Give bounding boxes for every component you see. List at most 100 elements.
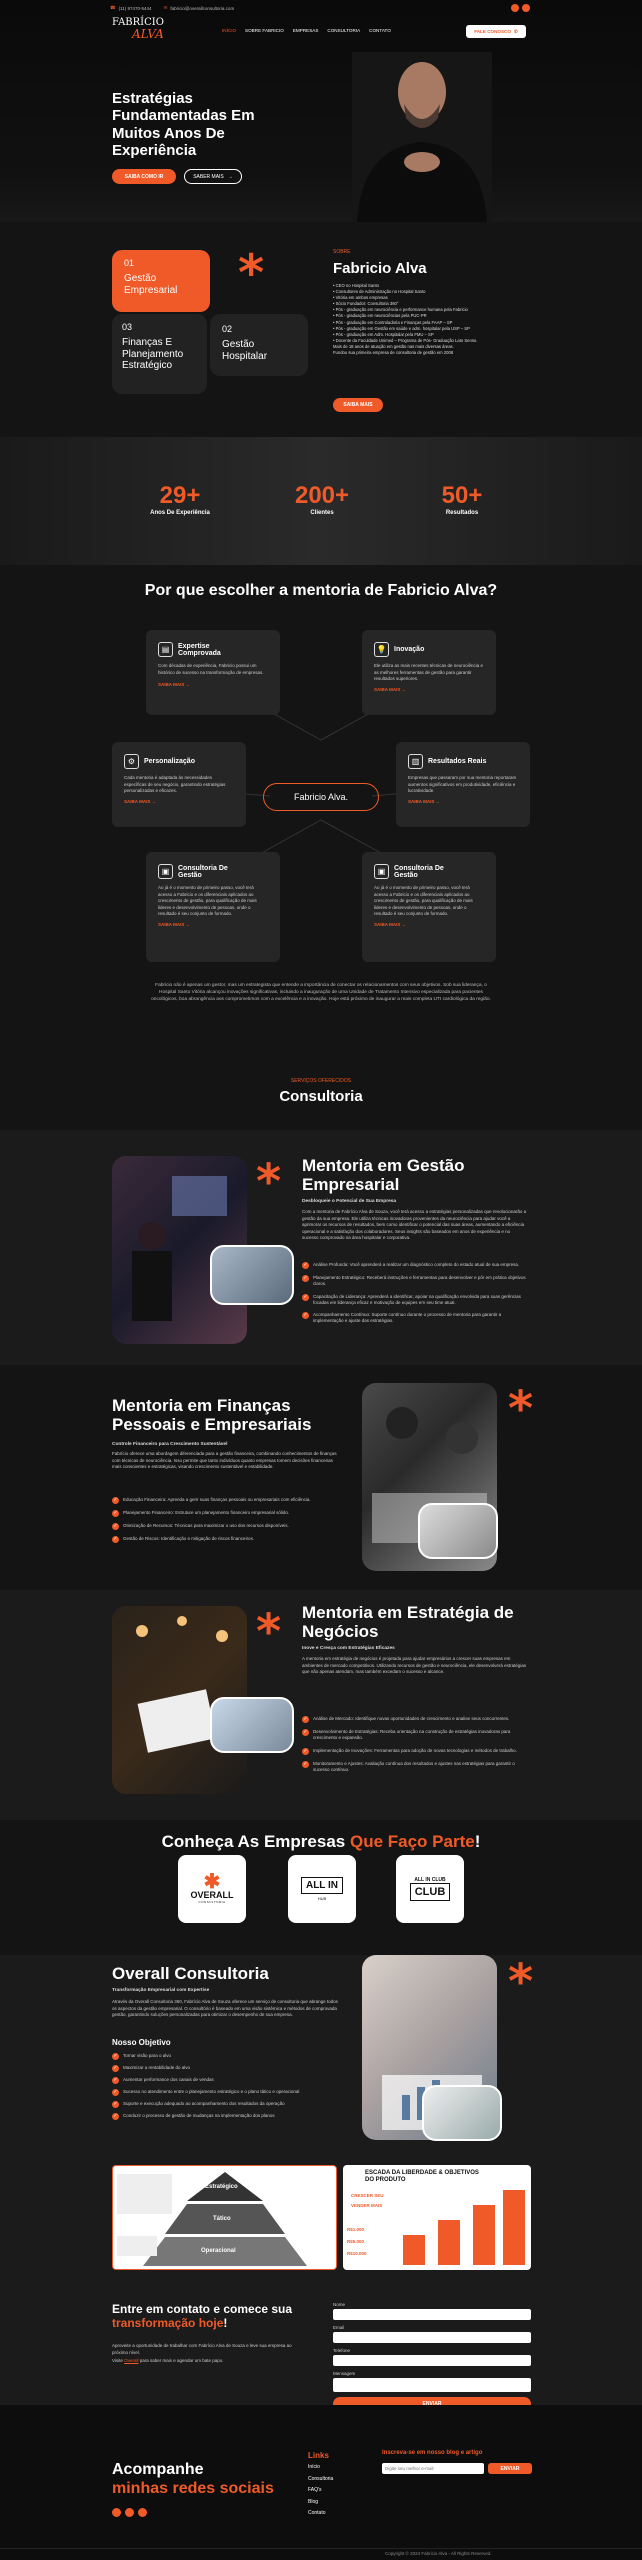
m1-asterisk-icon: * — [256, 1154, 282, 1210]
m3-bullet-text: Implementação de Inovações: Ferramentas … — [313, 1747, 517, 1753]
about-card-01[interactable]: 01 Gestão Empresarial — [112, 250, 210, 312]
objective-item: ✓ Conduzir o processo de gestão de mudanç… — [112, 2113, 352, 2120]
page: ☎ (11) 97470-5444 ✉ fabricio@overallcons… — [0, 0, 642, 2560]
label-name: Nome — [333, 2302, 346, 2307]
footer-link[interactable]: Consultoria — [308, 2474, 333, 2486]
why-card-consultoria-1-text: Ao já é o momento de primeiro passo, voc… — [158, 885, 257, 917]
overall-title: Overall Consultoria — [112, 1964, 269, 1983]
company-logo-allin-hub[interactable]: ALL IN HUB — [288, 1855, 356, 1923]
overall-asterisk-icon: ✱ — [203, 1871, 221, 1893]
instagram-icon[interactable] — [125, 2508, 134, 2517]
check-icon: ✓ — [302, 1262, 309, 1269]
why-card-consultoria-1-link[interactable]: SAIBA MAIS → — [158, 922, 268, 927]
why-card-resultados-link[interactable]: SAIBA MAIS → — [408, 799, 518, 804]
about-card-02-num: 02 — [222, 324, 233, 334]
fale-conosco-button[interactable]: FALE CONOSCO ✆ — [466, 25, 526, 38]
company-logo-allin-club[interactable]: ALL IN CLUB CLUB — [396, 1855, 464, 1923]
briefcase-icon: ▣ — [374, 864, 389, 879]
nav-item-sobre[interactable]: SOBRE FABRICIO — [245, 28, 284, 36]
check-icon: ✓ — [302, 1293, 309, 1301]
m1-bullet: ✓ Acompanhamento Contínuo: Suporte contín… — [302, 1312, 527, 1325]
instagram-icon[interactable] — [511, 4, 519, 12]
contact-title-white: Entre em contato e comece sua — [112, 2302, 293, 2316]
email-input[interactable] — [333, 2332, 531, 2343]
check-icon: ✓ — [112, 1523, 119, 1530]
objective-text: Aumentar performance dos canais de venda… — [123, 2077, 214, 2082]
check-icon: ✓ — [112, 1510, 119, 1517]
fale-conosco-label: FALE CONOSCO — [474, 29, 511, 34]
check-icon: ✓ — [112, 2065, 119, 2072]
newsletter-submit-button[interactable]: ENVIAR — [488, 2463, 532, 2474]
footer-link[interactable]: Início — [308, 2462, 333, 2474]
message-input[interactable] — [333, 2378, 531, 2392]
phone-input[interactable] — [333, 2355, 531, 2366]
link-label: SAIBA MAIS — [124, 798, 151, 804]
hero-primary-button[interactable]: SAIBA COMO IR — [112, 169, 176, 184]
about-card-02[interactable]: 02 Gestão Hospitalar — [210, 314, 308, 376]
contact-visit-suffix: para saber mais e agendar um bate papo. — [138, 2358, 224, 2363]
name-input[interactable] — [333, 2309, 531, 2320]
link-label: SAIBA MAIS — [408, 798, 435, 804]
label-email: Email — [333, 2325, 345, 2330]
objective-item: ✓ Aumentar performance dos canais de vend… — [112, 2077, 352, 2084]
overall-link[interactable]: Overall — [124, 2358, 138, 2363]
about-card-01-label: Gestão Empresarial — [124, 273, 178, 296]
about-bullet-text: Consultores de Administração no Hospital… — [335, 289, 426, 295]
m2-bullet: ✓ Educação Financeira: Aprenda a gerir su… — [112, 1497, 342, 1504]
nav-item-inicio[interactable]: INÍCIO — [222, 28, 236, 36]
newsletter-email-input[interactable] — [382, 2463, 484, 2474]
facebook-icon[interactable] — [522, 4, 530, 12]
copyright: Copyright © 2024 Fabricio Alva - All Rig… — [385, 2551, 492, 2556]
objective-text: Sucesso no atendimento entre o planejame… — [123, 2089, 300, 2094]
nav-item-empresas[interactable]: EMPRESAS — [293, 28, 319, 36]
stat-2: 200+ Clientes — [272, 482, 372, 516]
company-logo-overall[interactable]: ✱ OVERALL CONSULTORIA — [178, 1855, 246, 1923]
user-cog-icon: ⚙ — [124, 754, 139, 769]
stat-3-value: 50+ — [441, 482, 483, 509]
objective-item: ✓ Tornar visão para o alvo — [112, 2053, 352, 2060]
footer-divider — [0, 2548, 642, 2549]
why-card-inovacao-title: Inovação — [394, 646, 425, 653]
footer-link[interactable]: Contato — [308, 2508, 333, 2520]
company-allin-sub: HUB — [317, 1896, 327, 1901]
footer-title: Acompanhe minhas redes sociais — [112, 2460, 274, 2498]
m3-bullet-text: Monitoramento e Ajustes: Avaliação contí… — [313, 1760, 515, 1772]
why-card-inovacao-link[interactable]: SAIBA MAIS → — [374, 687, 484, 692]
overall-objectives: ✓ Tornar visão para o alvo ✓ Maximizar a r… — [112, 2053, 352, 2125]
contact-text: Aproveite a oportunidade de trabalhar co… — [112, 2343, 292, 2355]
why-card-expertise-link[interactable]: SAIBA MAIS → — [158, 682, 268, 687]
contact-title: Entre em contato e comece sua transforma… — [112, 2302, 302, 2331]
contact-form: Nome Email Telefone Mensagem ENVIAR — [333, 2302, 531, 2411]
stat-3: 50+ Resultados — [412, 482, 512, 516]
facebook-icon[interactable] — [112, 2508, 121, 2517]
about-bullet-text: Pós - graduação em Controladoria e Finan… — [335, 319, 453, 325]
footer-link[interactable]: Blog — [308, 2497, 333, 2509]
newsletter: Inscreva-se em nosso blog e artigo ENVIA… — [382, 2450, 532, 2474]
why-card-inovacao-text: Ele utiliza as mais recentes técnicas de… — [374, 663, 484, 682]
topbar-phone[interactable]: (11) 97470-5444 — [119, 6, 152, 11]
label-phone: Telefone — [333, 2348, 351, 2353]
m3-subtitle: Inove e Cresça com Estratégias Eficazes — [302, 1646, 395, 1651]
why-card-consultoria-2-link[interactable]: SAIBA MAIS → — [374, 922, 484, 927]
link-label: SAIBA MAIS — [374, 921, 401, 927]
why-card-personalizacao-link[interactable]: SAIBA MAIS → — [124, 799, 234, 804]
about-bullets: • CEO no Hospital Santo • Consultores de… — [333, 283, 543, 356]
m2-asterisk-icon: * — [508, 1381, 534, 1437]
nav-item-consultoria[interactable]: CONSULTORIA — [327, 28, 360, 36]
about-bullet-text: Pós - graduação em neurociências pela PU… — [335, 313, 427, 319]
whatsapp-icon[interactable] — [138, 2508, 147, 2517]
hero-secondary-button[interactable]: SABER MAIS → — [184, 169, 242, 184]
companies-title: Conheça As Empresas Que Faço Parte! — [0, 1832, 642, 1852]
about-saiba-mais-button[interactable]: SAIBA MAIS — [333, 398, 383, 412]
why-center-pill: Fabricio Alva. — [263, 783, 379, 811]
about-card-03[interactable]: 03 Finanças E Planejamento Estratégico — [112, 314, 207, 394]
nav-item-contato[interactable]: CONTATO — [369, 28, 391, 36]
check-icon: ✓ — [112, 2101, 119, 2108]
footer-link[interactable]: FAQ's — [308, 2485, 333, 2497]
logo[interactable]: FABRÍCIO ALVA — [112, 18, 172, 46]
chart-icon: ▥ — [408, 754, 423, 769]
topbar-email[interactable]: fabricio@overallconsultoria.com — [170, 6, 234, 11]
overall-asterisk-icon: * — [508, 1954, 534, 2010]
services-eyebrow: SERVIÇOS OFERECIDOS — [290, 1078, 352, 1084]
objective-text: Tornar visão para o alvo — [123, 2053, 172, 2058]
